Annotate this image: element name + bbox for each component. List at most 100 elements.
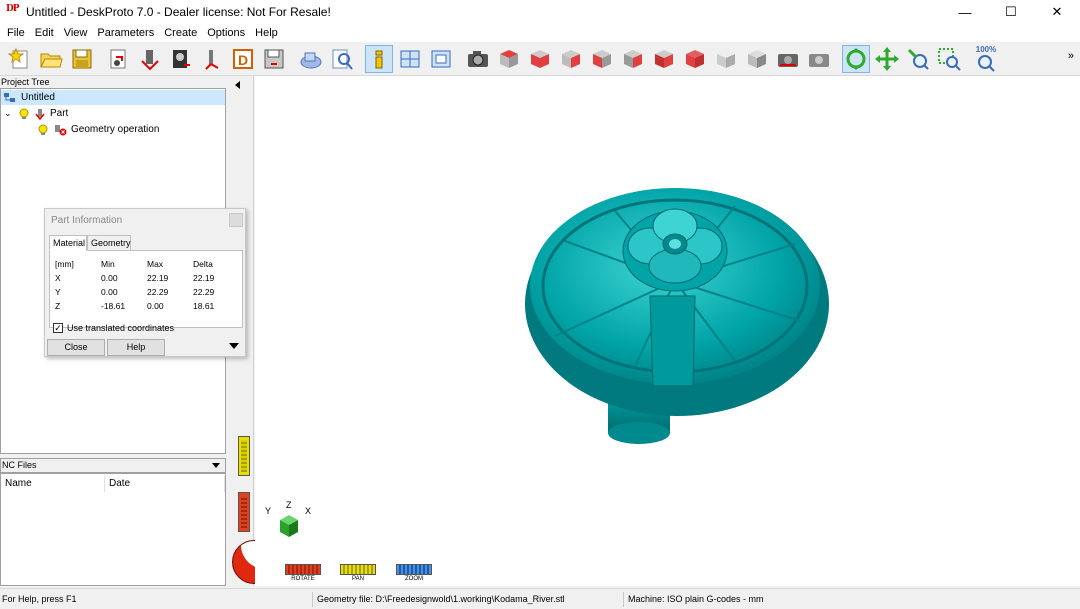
single-view-button[interactable] (427, 45, 455, 73)
cube-left-icon (624, 49, 642, 68)
tool-icon (205, 49, 219, 70)
view-iso-red-button[interactable] (681, 45, 709, 73)
menu-view[interactable]: View (59, 27, 93, 39)
save-floppy-icon (72, 49, 92, 68)
open-project-button[interactable] (37, 45, 65, 73)
menu-edit[interactable]: Edit (30, 27, 59, 39)
lightbulb-icon[interactable] (18, 108, 30, 120)
3d-viewport[interactable]: Y Z X (255, 76, 1080, 560)
cube-iso-icon (717, 49, 735, 68)
drawing-d-icon: D (233, 48, 253, 69)
zoom-100-button[interactable]: 100% (972, 45, 1000, 73)
new-project-button[interactable] (6, 45, 34, 73)
minimize-button[interactable]: — (942, 0, 988, 24)
deskproto-window: DP Untitled - DeskProto 7.0 - Dealer lic… (0, 0, 1080, 609)
camera-button[interactable] (464, 45, 492, 73)
project-tree-header: Project Tree (0, 76, 226, 88)
menu-create[interactable]: Create (159, 27, 202, 39)
save-nc-icon (264, 49, 284, 68)
view-back-button[interactable] (588, 45, 616, 73)
rotate-slider-horizontal[interactable] (285, 564, 321, 575)
zoom-window-icon (938, 47, 961, 71)
status-divider (623, 592, 624, 607)
view-front-button[interactable] (526, 45, 554, 73)
checkmark-icon: ✓ (54, 323, 62, 333)
dialog-close-box[interactable] (229, 213, 243, 227)
tab-geometry[interactable]: Geometry (87, 235, 131, 251)
menu-parameters[interactable]: Parameters (92, 27, 159, 39)
row-z-delta: 18.61 (193, 301, 215, 311)
status-help-text: For Help, press F1 (2, 594, 77, 604)
close-button[interactable]: Close (47, 339, 105, 356)
write-nc-button[interactable] (260, 45, 288, 73)
part-info-button[interactable] (365, 44, 393, 73)
simulation-button[interactable] (297, 45, 325, 73)
deskproto-app-icon[interactable]: DP (6, 4, 20, 19)
cube-right-icon (562, 49, 580, 68)
collapse-left-arrow-icon[interactable] (235, 81, 240, 89)
camera-icon (468, 50, 488, 67)
single-view-icon (431, 50, 451, 67)
view-bottom-button[interactable] (650, 45, 678, 73)
maximize-button[interactable]: ☐ (988, 0, 1034, 24)
axis-y-label: Y (265, 506, 272, 516)
toolbar-overflow-button[interactable]: » (1068, 50, 1074, 62)
zoom-slider-horizontal[interactable] (396, 564, 432, 575)
simulation-icon (300, 52, 322, 68)
nc-files-header[interactable]: NC Files (0, 458, 226, 473)
open-folder-icon (40, 53, 63, 67)
add-bitmap-button[interactable] (167, 45, 195, 73)
tree-item-project[interactable]: Untitled (1, 90, 225, 105)
save-project-button[interactable] (68, 45, 96, 73)
camera-restore-button[interactable] (805, 45, 833, 73)
camera-save-button[interactable] (774, 45, 802, 73)
collapse-chevron-icon[interactable]: ⌄ (4, 108, 18, 119)
dropdown-arrow-icon[interactable] (212, 463, 220, 468)
nc-column-name[interactable]: Name (1, 476, 105, 492)
tree-operation-label: Geometry operation (71, 124, 160, 135)
lightbulb-icon[interactable] (37, 124, 49, 136)
kodama-model-render[interactable] (255, 76, 1080, 560)
pan-slider-horizontal[interactable] (340, 564, 376, 575)
pan-slider-vertical[interactable] (238, 436, 250, 476)
col-header-delta: Delta (193, 259, 213, 269)
four-views-button[interactable] (396, 45, 424, 73)
menu-file[interactable]: File (2, 27, 30, 39)
view-iso-gray-button[interactable] (743, 45, 771, 73)
zoom-100-magnifier-icon (978, 54, 995, 72)
zoom-view-button[interactable] (904, 45, 932, 73)
zoom-window-button[interactable] (935, 45, 963, 73)
add-part-button[interactable] (136, 45, 164, 73)
menu-help[interactable]: Help (250, 27, 283, 39)
tab-material[interactable]: Material (49, 235, 87, 251)
row-y-delta: 22.29 (193, 287, 215, 297)
view-left-button[interactable] (619, 45, 647, 73)
zoom-magnifier-icon (907, 48, 929, 70)
menu-options[interactable]: Options (202, 27, 250, 39)
close-window-button[interactable]: ✕ (1034, 0, 1080, 24)
cube-back-icon (593, 49, 611, 68)
rotate-slider-vertical[interactable] (238, 492, 250, 532)
import-geometry-button[interactable] (105, 45, 133, 73)
rotate-view-button[interactable] (842, 44, 870, 73)
view-iso-button[interactable] (712, 45, 740, 73)
view-top-button[interactable] (495, 45, 523, 73)
expand-down-arrow-icon[interactable] (229, 343, 239, 349)
nc-column-date[interactable]: Date (105, 476, 225, 492)
rotate-arrows-icon (846, 47, 866, 70)
help-button[interactable]: Help (107, 339, 165, 356)
translated-coords-option[interactable]: ✓ Use translated coordinates (53, 323, 174, 333)
tree-project-label: Untitled (21, 92, 55, 103)
nc-files-list[interactable]: Name Date (0, 473, 226, 586)
pan-view-button[interactable] (873, 45, 901, 73)
menu-bar: File Edit View Parameters Create Options… (0, 24, 1080, 42)
add-operation-button[interactable] (198, 45, 226, 73)
project-icon (4, 92, 15, 102)
drawing-button[interactable]: D (229, 45, 257, 73)
view-right-button[interactable] (557, 45, 585, 73)
zoom-label: ZOOM (405, 576, 423, 582)
preview-button[interactable] (328, 45, 356, 73)
translated-coords-checkbox[interactable]: ✓ (53, 323, 63, 333)
tree-item-operation[interactable]: Geometry operation (37, 122, 159, 137)
tree-item-part[interactable]: ⌄ Part (4, 106, 68, 121)
